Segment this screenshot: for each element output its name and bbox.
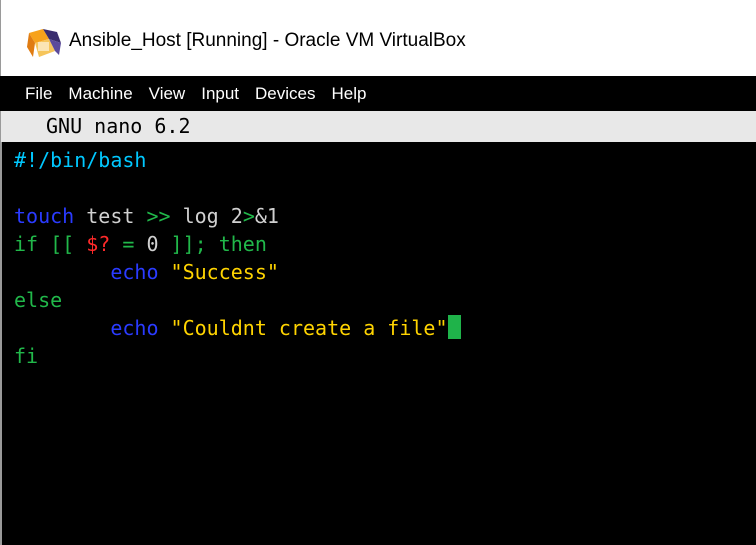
code-token: ]]; then <box>158 232 267 256</box>
menu-view[interactable]: View <box>149 84 186 104</box>
code-line[interactable]: if [[ $? = 0 ]]; then <box>14 230 461 258</box>
code-token: echo <box>110 316 159 340</box>
code-line[interactable]: else <box>14 286 461 314</box>
code-token: "Couldnt create a file" <box>170 316 448 340</box>
nano-version: GNU nano 6.2 <box>46 114 191 138</box>
code-line[interactable] <box>14 174 461 202</box>
code-token: #!/bin/bash <box>14 148 147 172</box>
code-line[interactable]: #!/bin/bash <box>14 146 461 174</box>
code-token: log 2 <box>170 204 243 228</box>
menu-file[interactable]: File <box>25 84 52 104</box>
code-token: fi <box>14 344 39 368</box>
code-token: > <box>242 204 255 228</box>
nano-header-bar: GNU nano 6.2 <box>0 111 756 142</box>
code-token: "Success" <box>170 260 279 284</box>
code-token: 0 <box>146 232 159 256</box>
virtualbox-icon <box>27 29 61 57</box>
window-title: Ansible_Host [Running] - Oracle VM Virtu… <box>69 30 466 51</box>
text-cursor <box>447 315 461 339</box>
code-line[interactable]: touch test >> log 2>&1 <box>14 202 461 230</box>
code-token: = <box>110 232 147 256</box>
code-token: else <box>14 288 63 312</box>
menu-machine[interactable]: Machine <box>68 84 132 104</box>
code-line[interactable]: echo "Couldnt create a file" <box>14 314 461 342</box>
terminal-screen[interactable]: #!/bin/bash touch test >> log 2>&1 if [[ … <box>0 142 756 545</box>
menu-input[interactable]: Input <box>201 84 239 104</box>
code-editor[interactable]: #!/bin/bash touch test >> log 2>&1 if [[ … <box>14 146 461 370</box>
virtualbox-window: Ansible_Host [Running] - Oracle VM Virtu… <box>0 0 756 545</box>
code-line[interactable]: fi <box>14 342 461 370</box>
code-token: touch <box>14 204 75 228</box>
code-token: echo <box>110 260 159 284</box>
code-line[interactable]: echo "Success" <box>14 258 461 286</box>
code-token: &1 <box>254 204 279 228</box>
code-token: if [[ <box>14 232 87 256</box>
menu-help[interactable]: Help <box>332 84 367 104</box>
code-token: >> <box>146 204 171 228</box>
menu-devices[interactable]: Devices <box>255 84 315 104</box>
code-token: test <box>74 204 147 228</box>
menu-bar: File Machine View Input Devices Help <box>0 76 756 111</box>
title-bar[interactable]: Ansible_Host [Running] - Oracle VM Virtu… <box>0 0 756 76</box>
code-token: $? <box>86 232 111 256</box>
